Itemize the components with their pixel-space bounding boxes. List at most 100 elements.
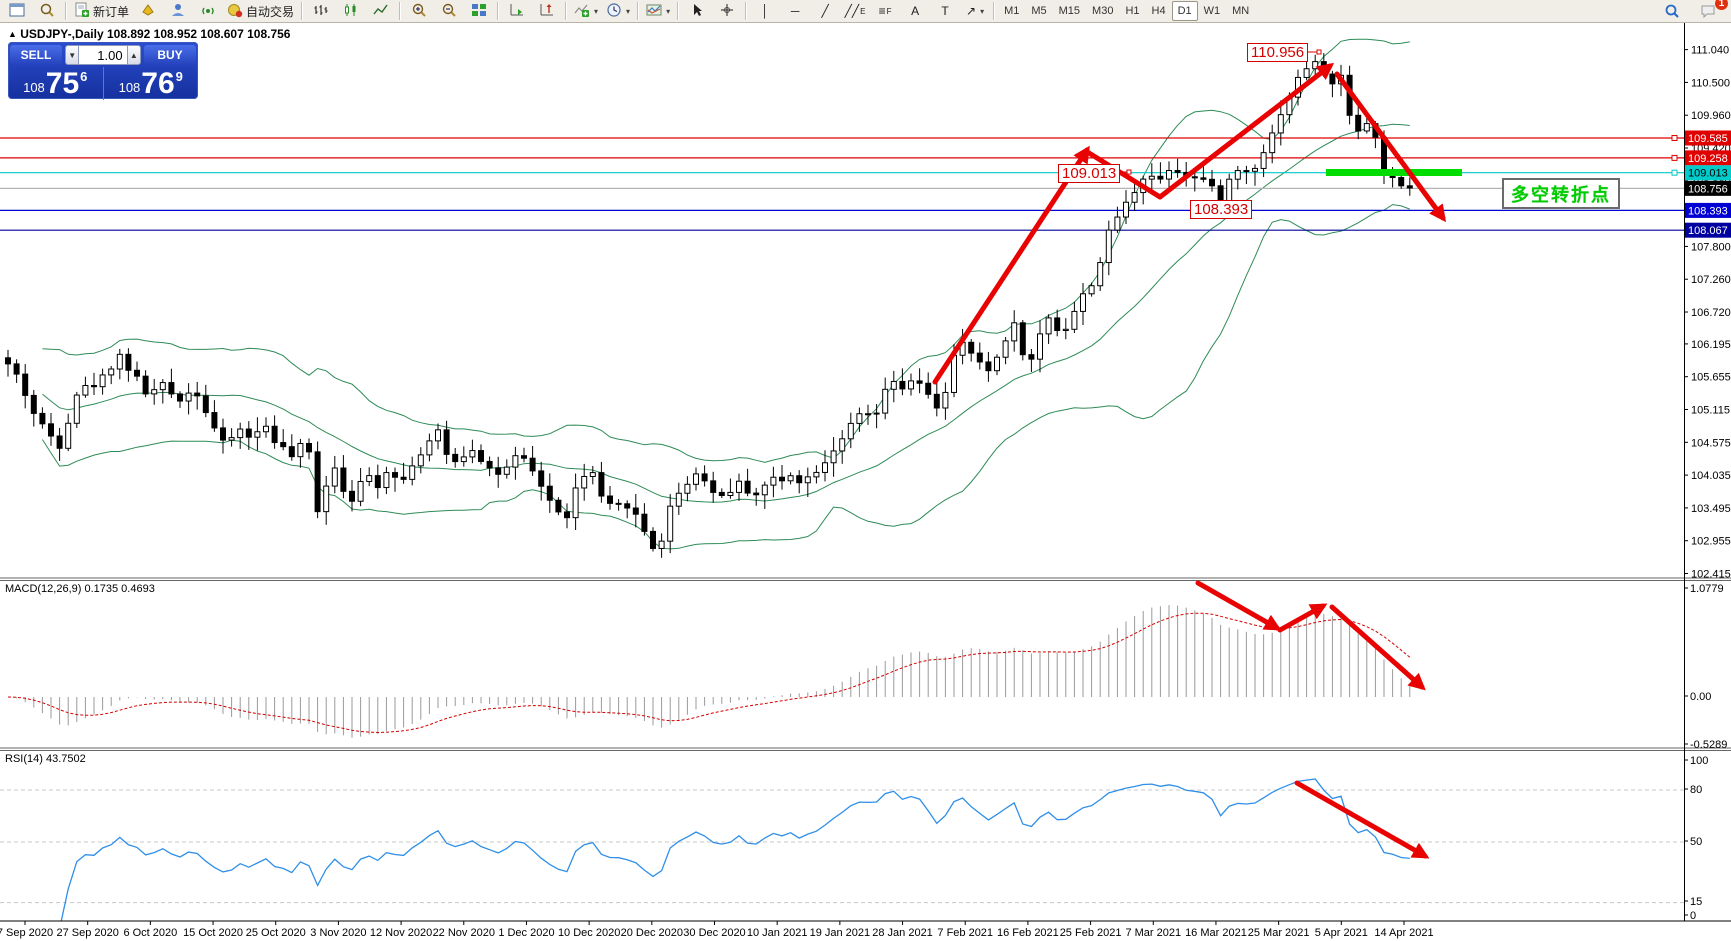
- svg-text:16 Mar 2021: 16 Mar 2021: [1185, 927, 1247, 939]
- svg-text:1.0779: 1.0779: [1690, 583, 1724, 595]
- chevron-down-icon[interactable]: ▾: [594, 7, 598, 16]
- autotrading-button[interactable]: 自动交易: [223, 0, 298, 22]
- svg-text:25 Feb 2021: 25 Feb 2021: [1060, 927, 1122, 939]
- price-callout-label[interactable]: 108.393: [1190, 200, 1253, 219]
- candlestick-icon: [343, 2, 359, 21]
- svg-text:104.575: 104.575: [1691, 437, 1731, 449]
- periods-button[interactable]: ▾: [602, 0, 634, 22]
- toolbar-separator: [399, 2, 402, 20]
- market-watch-icon[interactable]: [163, 0, 193, 22]
- toolbar: 新订单 自动交易 ▾ ▾ ▾ │ ─ ╱ ╱╱ E ≡ F A T ↗ ▾ M1 M5 M15 M30 H1 H4 D1 W1…: [0, 0, 1731, 23]
- svg-text:3 Nov 2020: 3 Nov 2020: [310, 927, 366, 939]
- zoom-out-icon[interactable]: [434, 0, 464, 22]
- svg-text:27 Sep 2020: 27 Sep 2020: [56, 927, 118, 939]
- toolbar-separator: [565, 2, 568, 20]
- new-order-button[interactable]: 新订单: [70, 0, 133, 22]
- symbol-ohlc-text: USDJPY-,Daily 108.892 108.952 108.607 10…: [20, 27, 291, 41]
- cursor-icon[interactable]: [682, 0, 712, 22]
- chart-canvas[interactable]: 111.040110.500109.960109.420108.880107.8…: [0, 0, 1731, 941]
- sell-button[interactable]: SELL: [10, 45, 62, 65]
- timeframe-mn[interactable]: MN: [1226, 1, 1255, 21]
- toolbar-separator: [637, 2, 640, 20]
- crosshair-icon[interactable]: [712, 0, 742, 22]
- timeframe-m5[interactable]: M5: [1025, 1, 1052, 21]
- vline-icon: │: [761, 4, 769, 18]
- shapes-button[interactable]: ↗ ▾: [960, 0, 990, 22]
- signals-icon[interactable]: [193, 0, 223, 22]
- signals-icon: [200, 2, 216, 21]
- timeframe-h1[interactable]: H1: [1119, 1, 1145, 21]
- new-order-button-label: 新订单: [93, 4, 130, 19]
- crosshair-icon: [719, 2, 735, 21]
- bar-chart-icon[interactable]: [306, 0, 336, 22]
- auto-scroll-icon[interactable]: [502, 0, 532, 22]
- channel-icon[interactable]: ╱╱ E: [840, 0, 870, 22]
- volume-increase-button[interactable]: ▲: [126, 45, 141, 65]
- svg-text:7 Mar 2021: 7 Mar 2021: [1125, 927, 1181, 939]
- svg-text:7 Feb 2021: 7 Feb 2021: [937, 927, 993, 939]
- trendline-icon[interactable]: ╱: [810, 0, 840, 22]
- price-callout-label[interactable]: 109.013: [1058, 164, 1121, 183]
- chevron-down-icon[interactable]: ▾: [626, 7, 630, 16]
- buy-button[interactable]: BUY: [144, 45, 196, 65]
- buy-price-pips: 76: [141, 67, 175, 100]
- sell-price[interactable]: 108 75 6: [8, 67, 104, 100]
- search-icon[interactable]: [1657, 0, 1687, 22]
- svg-text:7 Sep 2020: 7 Sep 2020: [0, 927, 53, 939]
- notification-badge: 1: [1715, 0, 1728, 10]
- text-icon[interactable]: A: [900, 0, 930, 22]
- bar-chart-icon: [313, 2, 329, 21]
- preview-icon[interactable]: [32, 0, 62, 22]
- fibonacci-icon[interactable]: ≡ F: [870, 0, 900, 22]
- volume-decrease-button[interactable]: ▼: [65, 45, 80, 65]
- metaeditor-icon[interactable]: [133, 0, 163, 22]
- svg-text:106.720: 106.720: [1691, 307, 1731, 319]
- candlestick-icon[interactable]: [336, 0, 366, 22]
- chevron-down-icon[interactable]: ▾: [666, 7, 670, 16]
- svg-text:15: 15: [1690, 896, 1702, 908]
- hline-icon[interactable]: ─: [780, 0, 810, 22]
- zoom-in-icon[interactable]: [404, 0, 434, 22]
- add-indicator-button[interactable]: ▾: [570, 0, 602, 22]
- chevron-down-icon[interactable]: ▾: [980, 7, 984, 16]
- volume-input[interactable]: 1.00: [79, 45, 127, 65]
- templates-button[interactable]: ▾: [642, 0, 674, 22]
- cursor-icon: [689, 2, 705, 21]
- line-chart-icon[interactable]: [366, 0, 396, 22]
- vline-icon[interactable]: │: [750, 0, 780, 22]
- timeframe-w1[interactable]: W1: [1198, 1, 1227, 21]
- chart-shift-icon: [539, 2, 555, 21]
- tile-windows-icon[interactable]: [464, 0, 494, 22]
- price-callout-label[interactable]: 110.956: [1247, 43, 1309, 62]
- text-icon: A: [911, 4, 920, 18]
- window-icon: [9, 2, 25, 21]
- fibonacci-icon: ≡: [878, 4, 886, 18]
- svg-text:107.800: 107.800: [1691, 241, 1731, 253]
- timeframe-d1[interactable]: D1: [1171, 1, 1198, 21]
- collapse-panel-icon[interactable]: ▲: [8, 29, 17, 39]
- chart-title: ▲ USDJPY-,Daily 108.892 108.952 108.607 …: [8, 27, 290, 41]
- timeframe-m30[interactable]: M30: [1086, 1, 1119, 21]
- timeframe-h4[interactable]: H4: [1146, 1, 1172, 21]
- svg-text:109.258: 109.258: [1688, 153, 1728, 165]
- notifications-icon[interactable]: 1: [1693, 0, 1728, 22]
- add-indicator-button: [574, 2, 590, 21]
- chart-shift-icon[interactable]: [532, 0, 562, 22]
- timeframe-m1[interactable]: M1: [998, 1, 1025, 21]
- svg-text:25 Oct 2020: 25 Oct 2020: [246, 927, 306, 939]
- svg-text:102.415: 102.415: [1691, 569, 1731, 581]
- buy-price[interactable]: 108 76 9: [104, 67, 199, 100]
- svg-text:104.035: 104.035: [1691, 470, 1731, 482]
- toolbar-separator: [65, 2, 67, 20]
- svg-text:110.500: 110.500: [1691, 77, 1730, 89]
- note-label[interactable]: 多空转折点: [1502, 178, 1620, 209]
- auto-scroll-icon: [509, 2, 525, 21]
- timeframe-m15[interactable]: M15: [1053, 1, 1086, 21]
- preview-icon: [39, 2, 55, 21]
- one-click-trading-panel: SELL ▼ 1.00 ▲ BUY 108 75 6 108 76 9: [8, 42, 199, 100]
- toolbar-separator: [745, 2, 748, 20]
- label-icon[interactable]: T: [930, 0, 960, 22]
- zoom-out-icon: [441, 2, 457, 21]
- svg-text:19 Jan 2021: 19 Jan 2021: [810, 927, 871, 939]
- window-icon[interactable]: [2, 0, 32, 22]
